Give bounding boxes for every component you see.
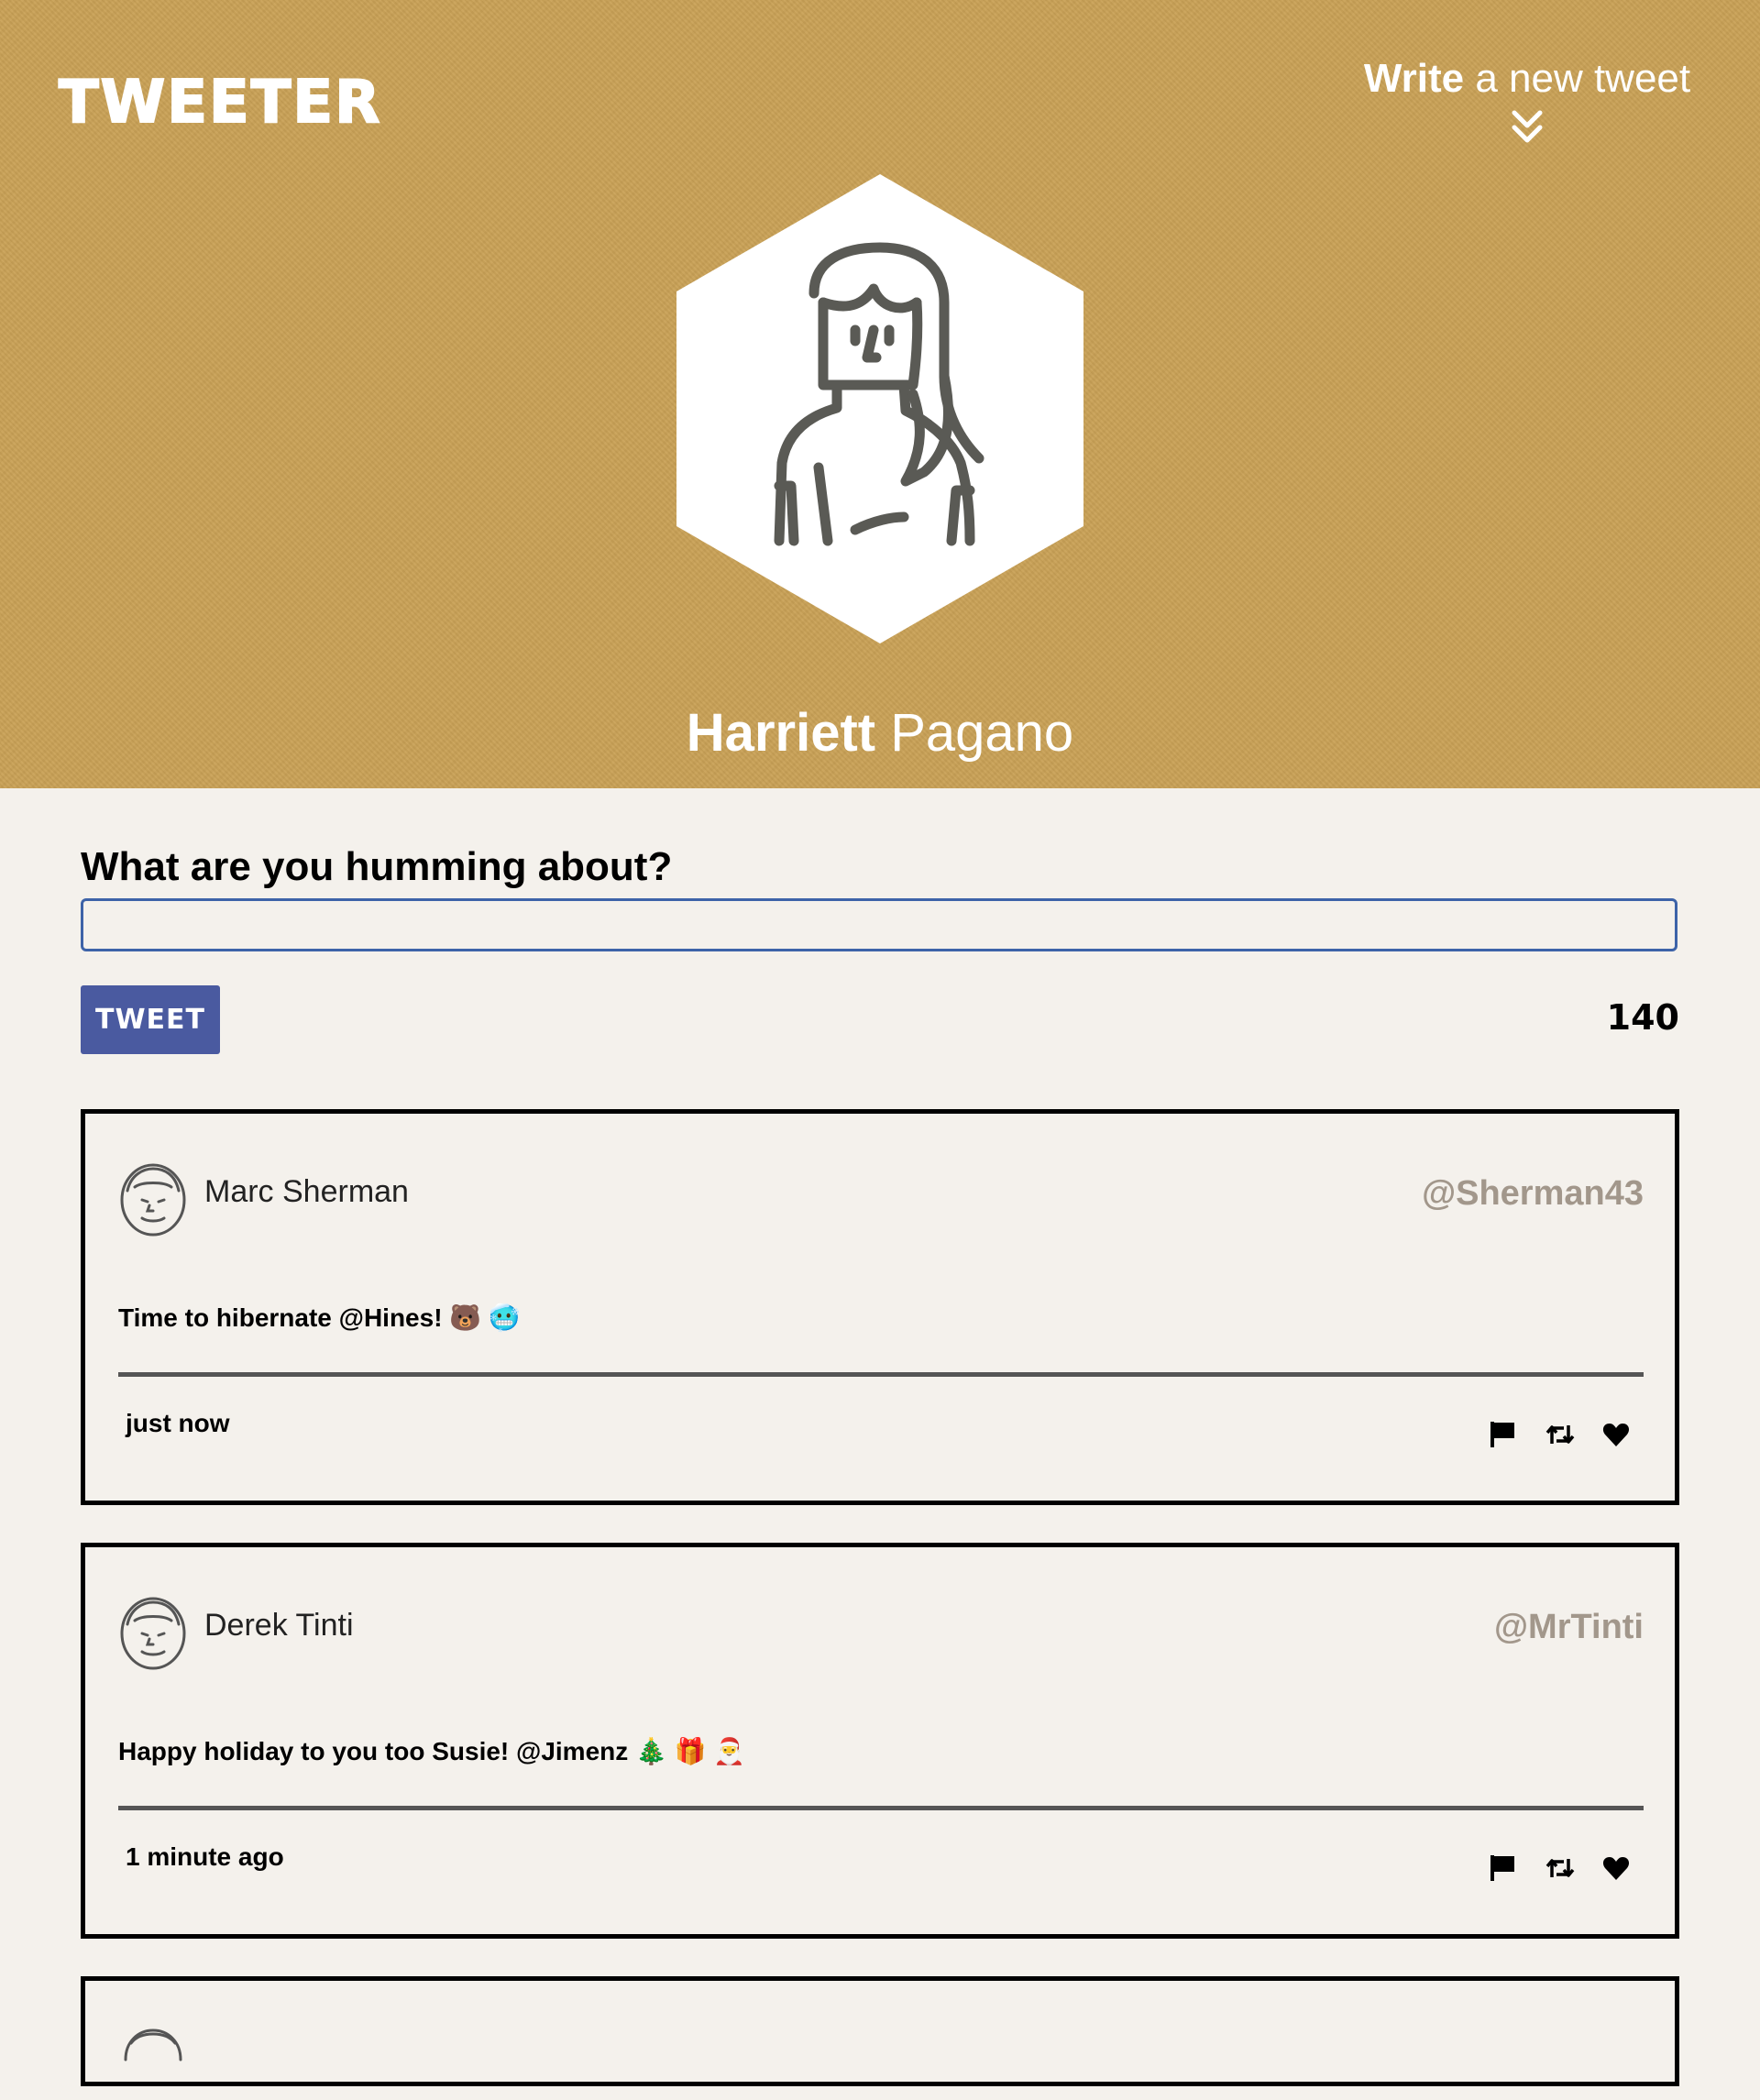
tweet-card: Derek Tinti @MrTinti Happy holiday to yo… (81, 1543, 1679, 1939)
tweet-author-name[interactable]: Marc Sherman (204, 1174, 409, 1210)
write-new-tweet-rest: a new tweet (1464, 56, 1691, 101)
profile-name: Harriett Pagano (0, 704, 1760, 763)
user-avatar-icon (120, 1597, 186, 1670)
tweet-author-handle[interactable]: @Sherman43 (1422, 1174, 1644, 1214)
retweet-icon[interactable] (1545, 1420, 1575, 1449)
profile-header: TWEETER Write a new tweet Harriett Pagan… (0, 0, 1760, 788)
app-logo[interactable]: TWEETER (58, 72, 381, 133)
heart-icon[interactable] (1601, 1420, 1631, 1449)
tweet-timestamp: 1 minute ago (126, 1842, 284, 1871)
tweet-actions (1488, 1853, 1631, 1883)
tweet-author-name[interactable]: Derek Tinti (204, 1608, 354, 1644)
tweet-divider (118, 1372, 1644, 1377)
tweet-text: Happy holiday to you too Susie! @Jimenz … (118, 1737, 746, 1765)
tweet-timestamp: just now (126, 1409, 230, 1437)
tweet-text: Time to hibernate @Hines! 🐻 🥶 (118, 1303, 521, 1332)
tweet-card-partial (81, 1976, 1679, 2086)
tweet-button[interactable]: TWEET (81, 985, 220, 1054)
tweet-actions (1488, 1420, 1631, 1449)
write-new-tweet-strong: Write (1363, 56, 1465, 101)
tweet-card: Marc Sherman @Sherman43 Time to hibernat… (81, 1109, 1679, 1505)
compose-label: What are you humming about? (81, 844, 673, 889)
retweet-icon[interactable] (1545, 1853, 1575, 1883)
char-counter: 140 (1606, 997, 1679, 1038)
profile-avatar (676, 174, 1084, 643)
chevron-double-down-icon (1512, 110, 1543, 143)
flag-icon[interactable] (1488, 1853, 1517, 1883)
flag-icon[interactable] (1488, 1420, 1517, 1449)
profile-last-name: Pagano (875, 703, 1074, 763)
heart-icon[interactable] (1601, 1853, 1631, 1883)
tweet-divider (118, 1806, 1644, 1810)
tweet-author-handle[interactable]: @MrTinti (1494, 1608, 1644, 1647)
write-new-tweet-toggle[interactable]: Write a new tweet (1353, 55, 1701, 148)
profile-first-name: Harriett (686, 703, 876, 763)
tweet-text-input[interactable] (81, 898, 1678, 951)
user-avatar-icon (124, 2029, 182, 2062)
user-avatar-icon (120, 1163, 186, 1237)
write-new-tweet-label: Write a new tweet (1353, 55, 1701, 104)
